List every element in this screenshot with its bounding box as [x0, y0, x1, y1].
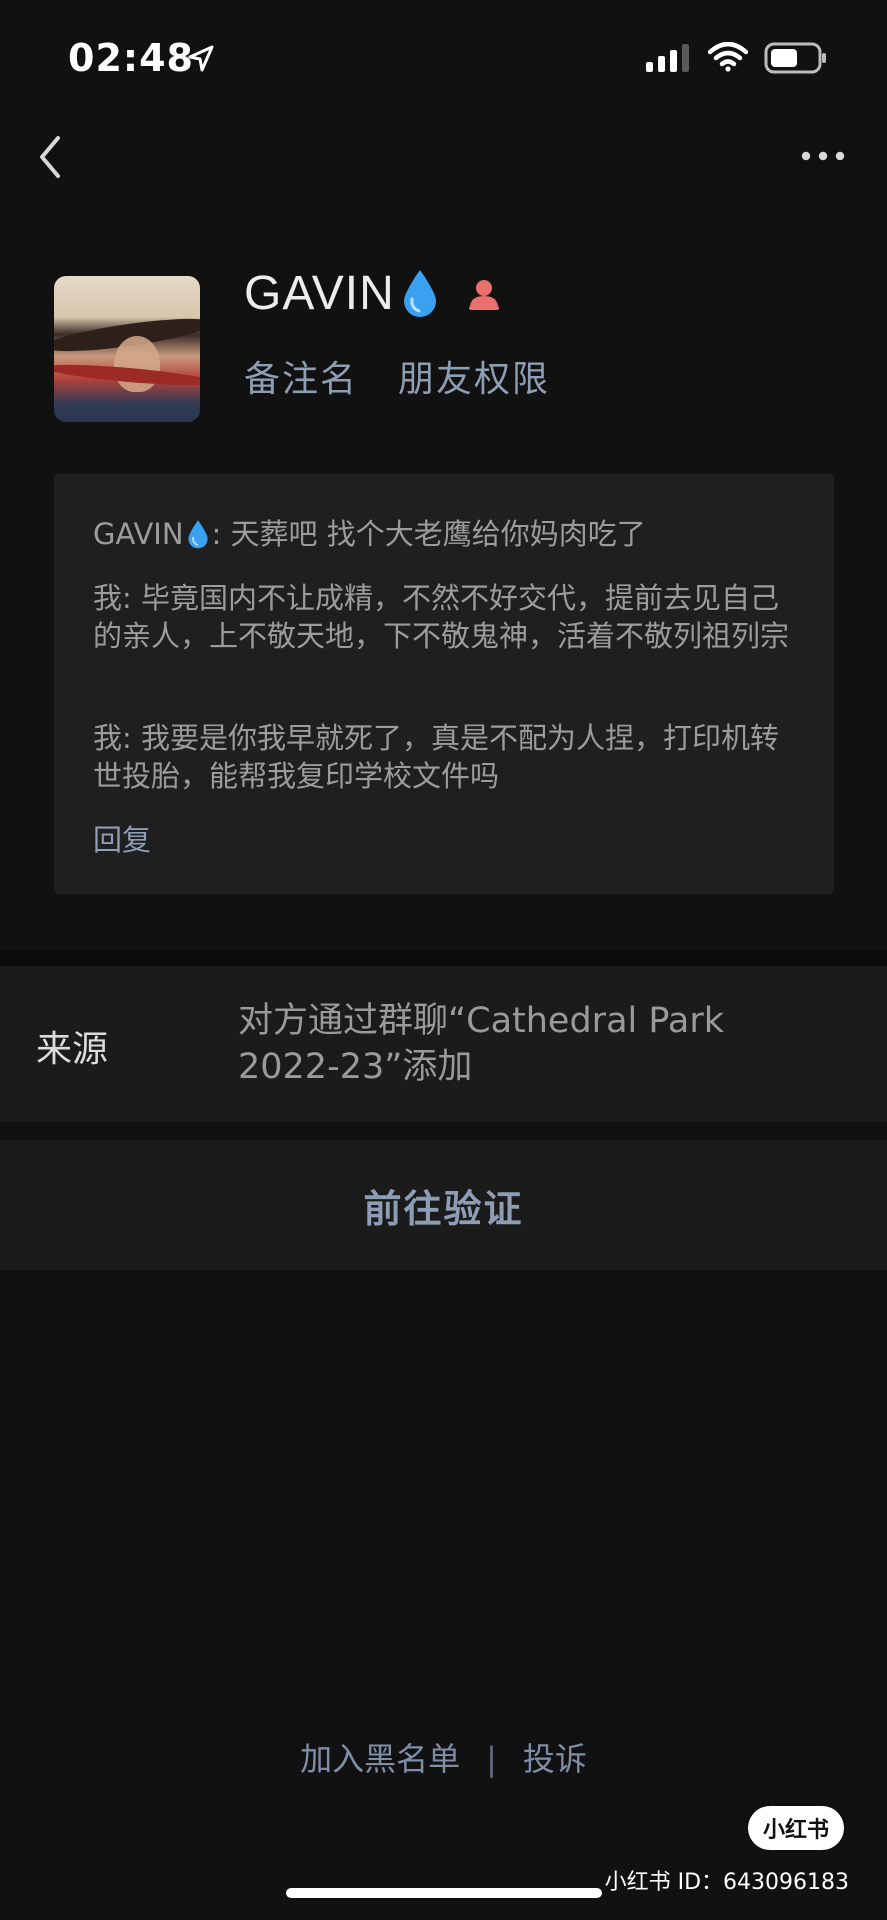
- status-time: 02:48: [68, 36, 194, 80]
- water-drop-icon: [404, 270, 436, 317]
- battery-icon: [764, 42, 826, 74]
- greeting-sender: GAVIN: [93, 517, 184, 551]
- greeting-message: GAVIN : 天葬吧 找个大老鹰给你妈肉吃了: [93, 515, 805, 553]
- remark-link[interactable]: 备注名: [244, 350, 358, 402]
- watermark-logo: 小红书: [748, 1806, 844, 1850]
- friend-permissions-link[interactable]: 朋友权限: [398, 350, 550, 402]
- watermark-id: 小红书 ID：643096183: [604, 1870, 849, 1895]
- source-value: 对方通过群聊“Cathedral Park 2022-23”添加: [238, 1001, 725, 1087]
- source-row: 来源 对方通过群聊“Cathedral Park 2022-23”添加: [0, 966, 887, 1122]
- source-label: 来源: [36, 1029, 109, 1070]
- wifi-icon: [708, 42, 748, 72]
- link-separator: |: [486, 1740, 497, 1778]
- greeting-text: : 天葬吧 找个大老鹰给你妈肉吃了: [211, 517, 646, 551]
- location-arrow-icon: [188, 45, 214, 72]
- bottom-links: 加入黑名单 | 投诉: [0, 1734, 887, 1780]
- water-drop-icon: [187, 520, 208, 549]
- section-divider: [0, 950, 887, 966]
- report-link[interactable]: 投诉: [523, 1734, 587, 1780]
- greeting-message: 我: 毕竟国内不让成精，不然不好交代，提前去见自己的亲人，上不敬天地，下不敬鬼神…: [93, 581, 790, 653]
- greeting-message: 我: 我要是你我早就死了，真是不配为人捏，打印机转世投胎，能帮我复印学校文件吗: [93, 721, 779, 793]
- person-icon: [469, 280, 499, 310]
- verify-button[interactable]: 前往验证: [0, 1140, 887, 1270]
- verify-row: 前往验证: [0, 1140, 887, 1270]
- greeting-card: GAVIN : 天葬吧 找个大老鹰给你妈肉吃了 我: 毕竟国内不让成精，不然不好…: [54, 474, 834, 894]
- avatar[interactable]: [54, 276, 200, 422]
- cellular-signal-icon: [646, 44, 689, 72]
- status-bar: 02:48: [0, 0, 887, 110]
- home-indicator[interactable]: [286, 1888, 602, 1898]
- blacklist-link[interactable]: 加入黑名单: [300, 1734, 460, 1780]
- profile-name: GAVIN: [244, 267, 395, 320]
- reply-link[interactable]: 回复: [93, 817, 151, 859]
- chevron-left-icon[interactable]: [32, 132, 72, 182]
- more-dots-icon[interactable]: [800, 148, 846, 164]
